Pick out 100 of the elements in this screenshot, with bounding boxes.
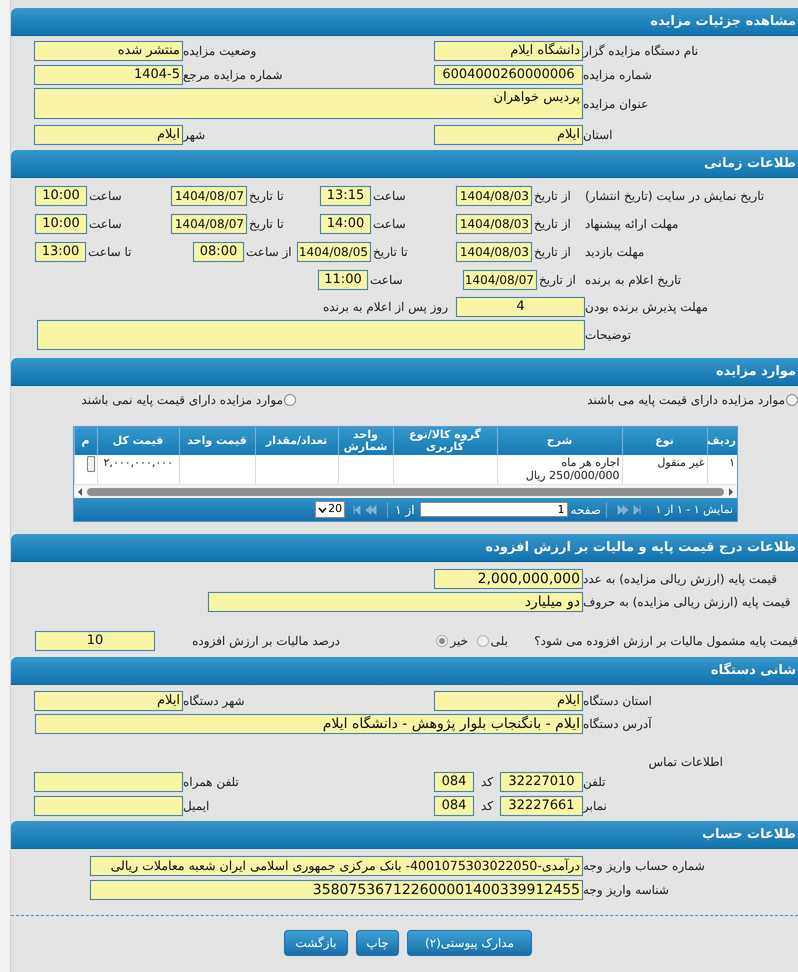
column-header[interactable]: قیمت کل (97, 427, 179, 455)
text-field[interactable]: 1404/08/07 (463, 270, 537, 290)
action-button[interactable]: بازگشت (284, 930, 348, 956)
column-header[interactable]: قیمت واحد (179, 427, 255, 455)
text-field[interactable]: 10:00 (35, 186, 87, 206)
text-field[interactable]: دانشگاه ایلام (434, 41, 583, 61)
field-label: از تاریخ (539, 272, 576, 288)
field-label: شناسه واریز وجه (583, 882, 669, 898)
text-field[interactable] (37, 320, 585, 350)
field-label: ساعت (89, 216, 122, 232)
text-field[interactable]: 14:00 (320, 214, 371, 234)
text-field[interactable]: 13:15 (320, 186, 371, 206)
scroll-left-icon[interactable] (76, 486, 84, 496)
text-field[interactable]: 084 (434, 796, 474, 816)
text-field[interactable]: ایلام (434, 691, 583, 711)
text-field[interactable] (34, 796, 183, 816)
text-field[interactable]: ایلام (34, 691, 183, 711)
radio-button[interactable] (786, 394, 798, 406)
column-header[interactable]: واحد شمارش (338, 427, 393, 455)
column-header[interactable]: شرح (497, 427, 622, 455)
field-label: ساعت (370, 272, 403, 288)
text-field[interactable]: 1404/08/07 (171, 214, 247, 234)
row-button[interactable] (86, 456, 94, 472)
field-label: نمابر (583, 798, 607, 814)
field-label: استان دستگاه (583, 693, 652, 709)
text-field[interactable]: درآمدی-4001075303022050- بانک مرکزی جمهوری اسلامی ایران شعبه معاملات ریالی (90, 856, 583, 876)
field-label: تا تاریخ (249, 216, 284, 232)
page-size-select[interactable]: 20 (315, 501, 346, 518)
field-label: تا ساعت (88, 244, 132, 260)
column-header[interactable]: نوع (622, 427, 707, 455)
text-field[interactable]: 6004000260000006 (434, 65, 583, 85)
page-label: صفحه (570, 502, 601, 518)
section-header: طلاعات حساب (11, 821, 798, 849)
section-subtitle: اطلاعات تماس (648, 754, 723, 771)
text-field[interactable]: 1404-5 (34, 65, 183, 85)
text-field[interactable]: 08:00 (193, 242, 244, 262)
field-label: شماره مزایده مرجع (183, 67, 283, 83)
action-button[interactable]: مدارک پیوستی(۲) (407, 930, 532, 956)
column-header[interactable]: گروه کالا/نوع کاربری (393, 427, 497, 455)
pager-summary: نمایش ۱ - ۱ از ۱ (656, 503, 733, 516)
text-field[interactable]: 1404/08/05 (297, 242, 371, 262)
text-field[interactable]: 1404/08/07 (171, 186, 247, 206)
text-field[interactable]: ایلام - بانگنجاب بلوار پژوهش - دانشگاه ایلام (35, 714, 583, 734)
field-label: تا تاریخ (249, 188, 284, 204)
text-field[interactable]: دو میلیارد (208, 592, 583, 612)
text-field[interactable]: 1404/08/03 (456, 186, 532, 206)
field-label: از ساعت (246, 244, 292, 260)
section-header: طلاعات زمانی (11, 150, 798, 178)
radio-label: خیر (450, 633, 468, 650)
field-label: درصد مالیات بر ارزش افزوده (192, 633, 340, 649)
column-header[interactable]: م (74, 427, 97, 455)
text-field[interactable]: 13:00 (35, 242, 86, 262)
text-field[interactable]: 10 (35, 631, 155, 651)
field-label: ساعت (89, 188, 122, 204)
radio-button[interactable] (284, 394, 296, 406)
radio-label[interactable]: موارد مزایده دارای قیمت پایه نمی باشند (81, 391, 283, 409)
field-label: مهلت ارائه پیشنهاد (585, 216, 678, 232)
text-field[interactable]: 358075367122600001400339912455 (90, 880, 583, 900)
field-label: کد (481, 774, 494, 790)
field-label: قیمت پایه (ارزش ریالی مزایده) به عدد (583, 571, 778, 587)
text-field[interactable]: 32227010 (500, 772, 583, 792)
column-header[interactable]: تعداد/مقدار (255, 427, 338, 455)
field-label: شماره مزایده (583, 67, 652, 83)
section-header: مشاهده جزئیات مزایده (11, 8, 798, 36)
section-header: طلاعات درج قیمت پایه و مالیات بر ارزش افزوده (11, 534, 798, 562)
field-label: ساعت (373, 188, 406, 204)
text-field[interactable]: 084 (434, 772, 474, 792)
text-field[interactable]: 32227661 (500, 796, 583, 816)
field-label: شماره حساب واریز وجه (583, 858, 705, 874)
field-hint: روز پس از اعلام به برنده (323, 299, 448, 316)
field-label: تاریخ نمایش در سایت (تاریخ انتشار) (585, 188, 764, 204)
action-button[interactable]: چاپ (356, 930, 399, 956)
field-label: آدرس دستگاه (583, 716, 652, 732)
text-field[interactable] (34, 772, 183, 792)
page-field[interactable]: 1 (420, 502, 568, 517)
radio-label: بلی (490, 633, 508, 650)
text-field[interactable]: ایلام (34, 125, 183, 145)
text-field[interactable]: 10:00 (35, 214, 87, 234)
scroll-right-icon[interactable] (727, 486, 735, 496)
text-field[interactable]: منتشر شده (34, 41, 183, 61)
caret-icon[interactable] (318, 506, 328, 512)
field-label: توضیحات (585, 327, 632, 343)
text-field[interactable]: ایلام (434, 125, 583, 145)
field-label: ساعت (373, 216, 406, 232)
scrollbar[interactable] (74, 484, 737, 498)
field-label: قیمت پایه مشمول مالیات بر ارزش افزوده می شود؟ (533, 633, 798, 650)
field-label: کد (481, 798, 494, 814)
field-label: تلفن همراه (183, 774, 239, 790)
field-label: از تاریخ (534, 188, 571, 204)
text-field[interactable]: پردیس خواهران (34, 88, 583, 119)
text-field[interactable]: 1404/08/03 (456, 242, 532, 262)
text-field[interactable]: 2,000,000,000 (434, 569, 583, 589)
field-label: شهر (183, 127, 206, 143)
radio-label[interactable]: موارد مزایده دارای قیمت پایه می باشند (587, 391, 785, 409)
text-field[interactable]: 1404/08/03 (456, 214, 532, 234)
text-field[interactable]: 4 (456, 297, 585, 317)
text-field[interactable]: 11:00 (318, 270, 368, 290)
field-label: ایمیل (183, 798, 210, 814)
field-label: نام دستگاه مزایده گزار (583, 43, 698, 59)
field-label: عنوان مزایده (583, 96, 648, 112)
